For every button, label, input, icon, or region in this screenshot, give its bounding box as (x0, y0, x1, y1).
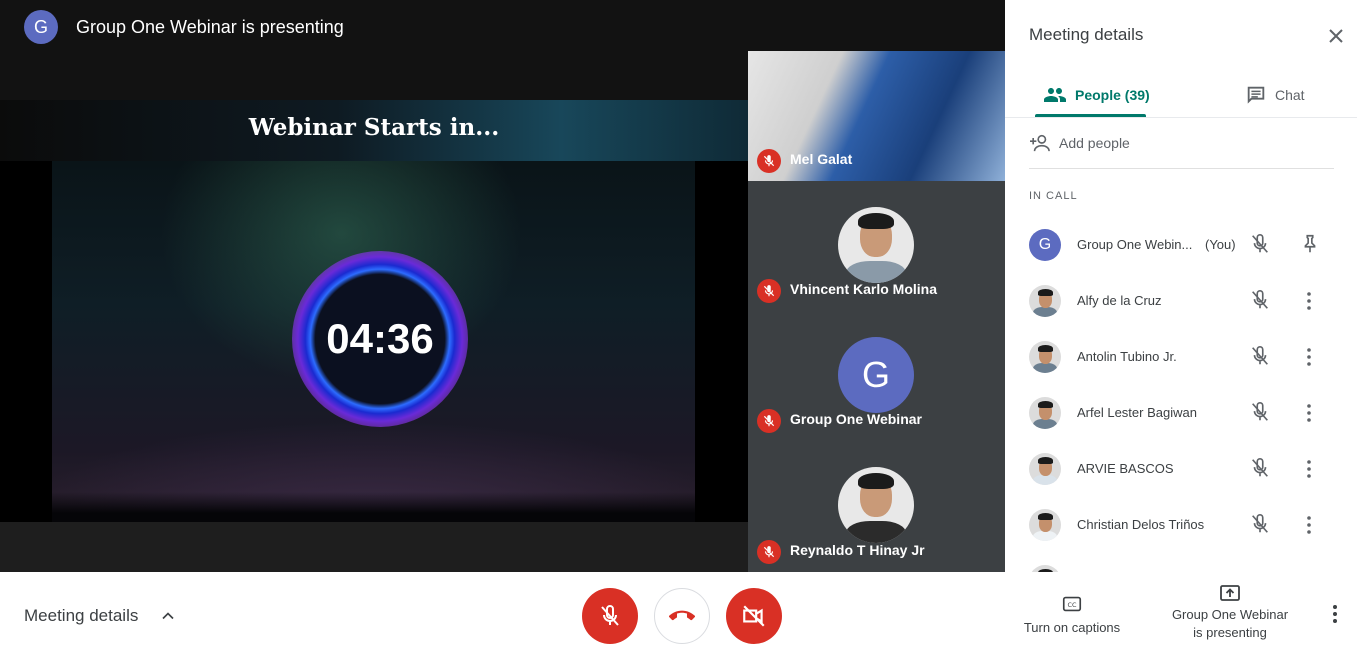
mic-off-icon (1252, 514, 1268, 533)
divider (1029, 168, 1334, 169)
chevron-up-icon[interactable] (158, 606, 178, 626)
more-options-icon[interactable] (1323, 602, 1347, 626)
you-label: (You) (1205, 237, 1236, 252)
more-vert-icon[interactable] (1297, 513, 1321, 537)
close-button[interactable] (1324, 24, 1348, 48)
hang-up-icon (669, 610, 695, 621)
divider (1005, 117, 1357, 118)
tile-name: Reynaldo T Hinay Jr (790, 542, 925, 558)
avatar (838, 467, 914, 543)
call-controls-bar: Meeting details CC Turn on captions Grou… (0, 572, 1357, 656)
more-vert-icon[interactable] (1297, 289, 1321, 313)
participant-name: Antolin Tubino Jr. (1077, 349, 1177, 364)
treeline (52, 492, 695, 522)
mic-off-icon (757, 149, 781, 173)
more-vert-icon[interactable] (1297, 457, 1321, 481)
avatar (838, 207, 914, 283)
participant-name: Christian Delos Triños (1077, 517, 1205, 532)
participant-name: ARVIE BASCOS (1077, 461, 1174, 476)
camera-toggle-button[interactable] (726, 588, 782, 644)
list-item[interactable]: ARVIE BASCOS (1005, 441, 1357, 497)
more-vert-icon[interactable] (1297, 401, 1321, 425)
presenting-label-line1: Group One Webinar (1171, 607, 1289, 622)
mic-off-icon (601, 605, 619, 626)
countdown-timer: 04:36 (326, 315, 434, 362)
camera-off-icon (743, 605, 765, 627)
slide-title-band: Webinar Starts in... (0, 100, 748, 161)
presenting-label-line2: is presenting (1193, 625, 1267, 640)
tab-people-label: People (39) (1075, 87, 1150, 103)
countdown-ring: 04:36 (292, 251, 468, 427)
presentation-stage: G Group One Webinar is presenting Webina… (0, 0, 1005, 572)
presenting-button[interactable]: Group One Webinar is presenting (1160, 584, 1300, 642)
pin-icon[interactable] (1299, 233, 1321, 255)
slide-title: Webinar Starts in... (248, 114, 500, 141)
participant-tiles: Mel Galat Vhincent Karlo Molina G Group … (748, 51, 1005, 572)
presenter-label: Group One Webinar is presenting (76, 16, 344, 37)
people-icon (1044, 88, 1066, 102)
add-person-icon (1030, 134, 1050, 152)
participant-name: Arfel Lester Bagiwan (1077, 405, 1197, 420)
svg-text:CC: CC (1068, 601, 1077, 609)
tile-name: Mel Galat (790, 151, 853, 167)
avatar (1029, 397, 1061, 429)
list-item[interactable]: Antolin Tubino Jr. (1005, 329, 1357, 385)
leave-call-button[interactable] (654, 588, 710, 644)
add-people-button[interactable]: Add people (1029, 132, 1130, 154)
avatar (1029, 453, 1061, 485)
closed-captions-icon: CC (1062, 596, 1082, 612)
mic-off-icon (1252, 234, 1268, 253)
present-screen-icon (1220, 585, 1240, 601)
mic-off-icon (757, 409, 781, 433)
more-vert-icon[interactable] (1297, 345, 1321, 369)
mic-off-icon (1252, 346, 1268, 365)
list-item[interactable] (1005, 553, 1357, 572)
avatar: G (1029, 229, 1061, 261)
shared-screen: Webinar Starts in... 04:36 (0, 100, 748, 522)
avatar (1029, 341, 1061, 373)
aurora-background: 04:36 (52, 161, 695, 522)
tile-name: Vhincent Karlo Molina (790, 281, 938, 297)
mic-toggle-button[interactable] (582, 588, 638, 644)
list-item[interactable]: G Group One Webin... (You) (1005, 217, 1357, 273)
participants-list: G Group One Webin... (You) Alfy de la Cr… (1005, 217, 1357, 572)
close-icon (1329, 29, 1343, 43)
meeting-details-button[interactable]: Meeting details (24, 606, 138, 626)
tab-people[interactable]: People (39) (1043, 72, 1150, 118)
participant-tile[interactable]: Mel Galat (748, 51, 1005, 181)
avatar (1029, 565, 1061, 572)
participant-tile[interactable]: Vhincent Karlo Molina (748, 181, 1005, 311)
mic-off-icon (1252, 458, 1268, 477)
mic-off-icon (757, 279, 781, 303)
mic-off-icon (1252, 290, 1268, 309)
meeting-details-panel: Meeting details People (39) Chat Add peo… (1005, 0, 1357, 572)
section-label: IN CALL (1029, 190, 1078, 202)
tab-chat[interactable]: Chat (1245, 72, 1305, 118)
presenter-avatar: G (24, 10, 58, 44)
participant-tile[interactable]: G Group One Webinar (748, 311, 1005, 441)
mic-off-icon (1252, 402, 1268, 421)
avatar (1029, 285, 1061, 317)
avatar (1029, 509, 1061, 541)
participant-name: Alfy de la Cruz (1077, 293, 1162, 308)
list-item[interactable]: Arfel Lester Bagiwan (1005, 385, 1357, 441)
panel-title: Meeting details (1029, 25, 1144, 44)
tab-chat-label: Chat (1275, 87, 1305, 103)
participant-name: Group One Webin... (1077, 237, 1193, 252)
list-item[interactable]: Alfy de la Cruz (1005, 273, 1357, 329)
list-item[interactable]: Christian Delos Triños (1005, 497, 1357, 553)
captions-button[interactable]: CC Turn on captions (1012, 594, 1132, 635)
mic-off-icon (757, 540, 781, 564)
participant-tile[interactable]: Reynaldo T Hinay Jr (748, 441, 1005, 572)
avatar: G (838, 337, 914, 413)
presenter-header: G Group One Webinar is presenting (24, 10, 344, 44)
chat-icon (1247, 86, 1265, 104)
tile-name: Group One Webinar (790, 411, 922, 427)
add-people-label: Add people (1059, 135, 1130, 151)
captions-label: Turn on captions (1023, 620, 1121, 635)
